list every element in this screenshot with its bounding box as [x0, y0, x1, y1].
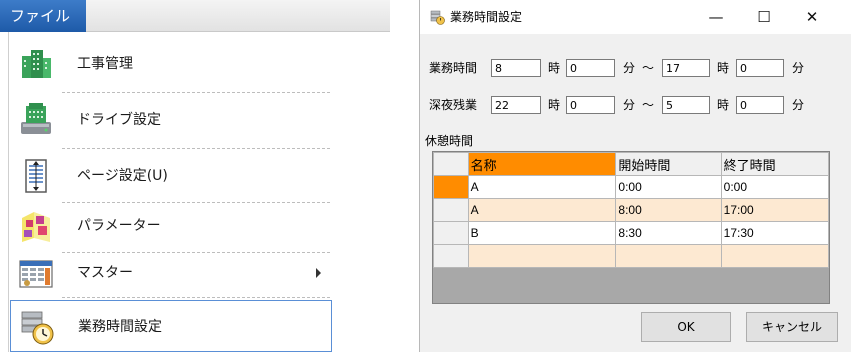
menu-separator — [62, 148, 330, 149]
menu-item-label: マスター — [77, 265, 133, 281]
cell-name[interactable]: A — [467, 198, 617, 222]
cell-name[interactable] — [467, 244, 617, 268]
cell-name[interactable]: B — [467, 221, 617, 245]
minute-unit-label: 分 — [623, 61, 636, 75]
drive-icon — [18, 102, 54, 138]
table-row[interactable]: A 8:00 17:00 — [433, 198, 830, 222]
cell-start[interactable] — [615, 244, 722, 268]
menu-left-border — [8, 32, 9, 352]
work-start-hour-input[interactable] — [491, 59, 541, 77]
menu-item-label: パラメーター — [77, 218, 161, 234]
business-hours-icon — [19, 309, 55, 345]
building-icon — [18, 46, 54, 82]
cell-name[interactable]: A — [467, 175, 617, 199]
row-header[interactable] — [433, 244, 469, 268]
minute-unit-label: 分 — [792, 61, 805, 75]
menu-separator — [62, 297, 330, 298]
hour-unit-label: 時 — [717, 61, 730, 75]
parameter-icon — [18, 208, 54, 244]
column-header-end[interactable]: 終了時間 — [720, 152, 830, 176]
grid-header-row: 名称 開始時間 終了時間 — [433, 152, 830, 176]
menu-item-label: ドライブ設定 — [77, 112, 161, 128]
menu-item-master[interactable]: マスター — [10, 247, 332, 299]
menu-item-business-hours[interactable]: 業務時間設定 — [10, 300, 332, 352]
maximize-button[interactable]: ☐ — [744, 0, 784, 34]
work-start-minute-input[interactable] — [566, 59, 615, 77]
row-header[interactable] — [433, 221, 469, 245]
hour-unit-label: 時 — [717, 98, 730, 112]
cell-end[interactable]: 17:00 — [720, 198, 830, 222]
menu-item-drive-settings[interactable]: ドライブ設定 — [10, 94, 332, 146]
late-end-hour-input[interactable] — [662, 96, 710, 114]
submenu-arrow-icon — [316, 268, 321, 278]
dialog-title: 業務時間設定 — [450, 10, 523, 24]
file-tab[interactable]: ファイル — [0, 0, 86, 32]
minute-unit-label: 分 — [623, 98, 636, 112]
menu-header: ファイル — [0, 0, 390, 32]
late-overtime-label: 深夜残業 — [429, 98, 478, 112]
row-header[interactable] — [433, 198, 469, 222]
grid-corner-cell[interactable] — [433, 152, 469, 176]
work-end-minute-input[interactable] — [736, 59, 784, 77]
work-hours-label: 業務時間 — [429, 61, 478, 75]
range-separator: ～ — [642, 98, 655, 112]
late-start-minute-input[interactable] — [566, 96, 615, 114]
minimize-button[interactable]: — — [696, 0, 736, 34]
late-end-minute-input[interactable] — [736, 96, 784, 114]
menu-item-label: 業務時間設定 — [78, 319, 162, 335]
table-row-new[interactable] — [433, 244, 830, 268]
cell-start[interactable]: 8:00 — [615, 198, 722, 222]
close-button[interactable]: ✕ — [792, 0, 832, 34]
work-end-hour-input[interactable] — [662, 59, 710, 77]
minute-unit-label: 分 — [792, 98, 805, 112]
table-row[interactable]: B 8:30 17:30 — [433, 221, 830, 245]
menu-separator — [62, 92, 330, 93]
hour-unit-label: 時 — [548, 61, 561, 75]
page-setup-icon — [18, 158, 54, 194]
cell-start[interactable]: 0:00 — [615, 175, 722, 199]
ok-button[interactable]: OK — [641, 312, 731, 342]
grid-table: 名称 開始時間 終了時間 A 0:00 0:00 A 8:00 17:00 B … — [433, 152, 830, 268]
hour-unit-label: 時 — [548, 98, 561, 112]
table-row[interactable]: A 0:00 0:00 — [433, 175, 830, 199]
business-hours-icon — [430, 10, 445, 25]
menu-item-label: ページ設定(U) — [77, 168, 168, 184]
menu-item-construction-management[interactable]: 工事管理 — [10, 38, 332, 90]
column-header-name[interactable]: 名称 — [467, 152, 617, 176]
file-menu: ファイル 工事管理 ドライブ設定 ページ設定(U) パラメーター マスター 業務… — [0, 0, 390, 352]
cell-end[interactable] — [720, 244, 830, 268]
break-time-grid[interactable]: 名称 開始時間 終了時間 A 0:00 0:00 A 8:00 17:00 B … — [432, 151, 830, 304]
cell-end[interactable]: 17:30 — [720, 221, 830, 245]
cell-end[interactable]: 0:00 — [720, 175, 830, 199]
late-start-hour-input[interactable] — [491, 96, 541, 114]
row-header-selected[interactable] — [433, 175, 469, 199]
master-icon — [18, 255, 54, 291]
range-separator: ～ — [642, 61, 655, 75]
menu-item-parameters[interactable]: パラメーター — [10, 200, 332, 252]
menu-item-page-setup[interactable]: ページ設定(U) — [10, 150, 332, 202]
menu-item-label: 工事管理 — [77, 56, 133, 72]
business-hours-dialog: 業務時間設定 — ☐ ✕ 業務時間 時 分 ～ 時 分 深夜残業 時 分 ～ 時… — [419, 0, 851, 352]
column-header-start[interactable]: 開始時間 — [615, 152, 722, 176]
cell-start[interactable]: 8:30 — [615, 221, 722, 245]
break-time-label: 休憩時間 — [425, 134, 474, 148]
cancel-button[interactable]: キャンセル — [746, 312, 838, 342]
dialog-titlebar[interactable]: 業務時間設定 — ☐ ✕ — [420, 0, 851, 34]
